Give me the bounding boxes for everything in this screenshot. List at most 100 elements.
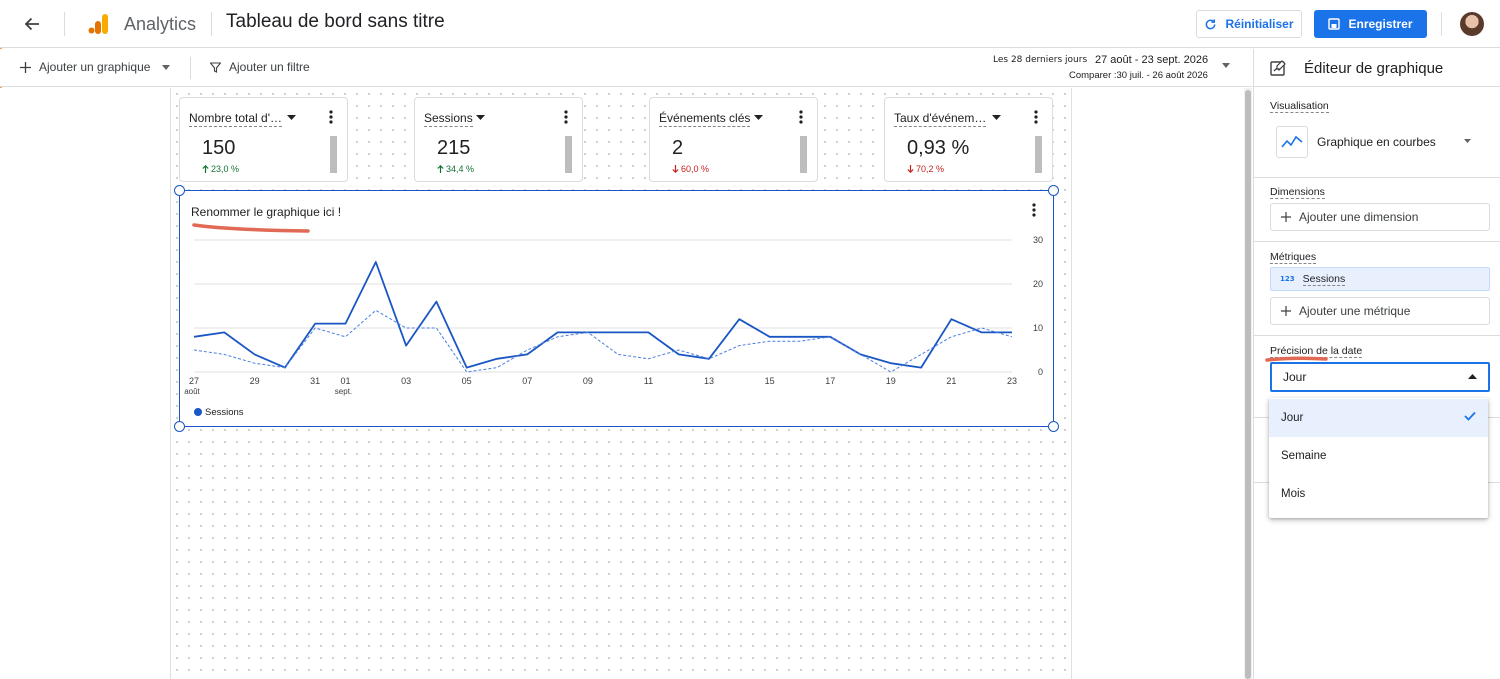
scorecard-delta-value: 70,2 % [916,164,945,174]
plus-icon [20,61,31,73]
scorecard-title[interactable]: Sessions [424,111,473,127]
option-day[interactable]: Jour [1269,399,1488,437]
edit-chart-icon [1270,60,1286,76]
header-divider [211,12,212,36]
line-chart: 0 10 20 30 27août 29 31 01sept. 03 05 07 09 11 13 15 17… [184,235,1043,418]
arrow-down-icon [907,165,914,173]
chart-title[interactable]: Renommer le graphique ici ! [191,205,341,219]
scorecard-delta-value: 23,0 % [211,164,240,174]
option-label: Jour [1281,412,1304,424]
option-week[interactable]: Semaine [1269,437,1488,475]
x-tick-label: 29 [250,376,260,386]
caret-down-icon[interactable] [992,115,1001,120]
section-divider [1254,177,1500,178]
x-tick-label: 31 [310,376,320,386]
add-metric-button[interactable]: Ajouter une métrique [1270,297,1490,325]
avatar[interactable] [1460,12,1484,36]
save-button[interactable]: Enregistrer [1314,10,1427,38]
x-tick-label: 19 [886,376,896,386]
caret-down-icon[interactable] [287,115,296,120]
legend-dot [194,408,202,416]
resize-handle[interactable] [1048,185,1059,196]
scorecard-value: 215 [437,137,471,159]
arrow-up-icon [437,165,444,173]
metric-chip-label: Sessions [1302,272,1346,286]
date-precision-select[interactable]: Jour [1270,362,1490,392]
scorecard[interactable]: Nombre total d'… 150 23,0 % [179,97,348,182]
scorecard[interactable]: Taux d'événem… 0,93 % 70,2 % [884,97,1053,182]
chart-editor-panel: Éditeur de graphique Visualisation Graph… [1253,49,1500,679]
refresh-icon [1206,18,1216,29]
save-label: Enregistrer [1348,17,1413,31]
scorecard-delta: 34,4 % [437,164,474,174]
date-caret-down-icon[interactable] [1222,63,1230,68]
scorecard-title[interactable]: Événements clés [659,111,751,127]
dimensions-label: Dimensions [1270,186,1325,199]
caret-up-icon [1468,374,1477,379]
resize-handle[interactable] [174,185,185,196]
scorecard[interactable]: Sessions 215 34,4 % [414,97,583,182]
reset-label: Réinitialiser [1225,17,1294,31]
add-chart-button[interactable]: Ajouter un graphique [20,60,171,74]
panel-header: Éditeur de graphique [1254,49,1500,87]
scorecard-bar [800,136,807,173]
scorecard-title[interactable]: Taux d'événem… [894,111,987,127]
caret-down-icon[interactable] [754,115,763,120]
scorecard-delta-value: 34,4 % [446,164,475,174]
date-range[interactable]: 27 août - 23 sept. 2026 [1095,54,1208,66]
y-tick-label: 20 [1033,279,1043,289]
add-dimension-button[interactable]: Ajouter une dimension [1270,203,1490,231]
caret-down-icon[interactable] [476,115,485,120]
add-filter-button[interactable]: Ajouter un filtre [210,60,310,74]
plus-icon [1281,306,1291,316]
scorecard-delta: 23,0 % [202,164,239,174]
back-arrow-icon[interactable] [20,12,44,36]
y-tick-label: 10 [1033,323,1043,333]
x-tick-label: 05 [462,376,472,386]
x-tick-label: 21 [946,376,956,386]
date-preset-label[interactable]: Les 28 derniers jours [993,55,1087,65]
reset-button[interactable]: Réinitialiser [1196,10,1302,38]
visualization-value[interactable]: Graphique en courbes [1317,135,1436,149]
date-precision-menu: Jour Semaine Mois [1269,398,1488,518]
x-tick-label: 01 [340,376,350,386]
metric-chip[interactable]: 123 Sessions [1270,267,1490,291]
x-tick-label: 17 [825,376,835,386]
x-tick-label: 13 [704,376,714,386]
more-vert-icon[interactable] [329,110,333,124]
top-app-bar: Analytics Tableau de bord sans titre Réi… [0,0,1500,48]
scorecard-bar [330,136,337,173]
add-dimension-label: Ajouter une dimension [1299,210,1419,224]
option-month[interactable]: Mois [1269,475,1488,513]
more-vert-icon[interactable] [564,110,568,124]
scrollbar-thumb[interactable] [1245,90,1251,679]
option-label: Mois [1281,488,1306,500]
scorecard[interactable]: Événements clés 2 60,0 % [649,97,818,182]
plus-icon [1281,212,1291,222]
x-tick-label: 27 [189,376,199,386]
report-title[interactable]: Tableau de bord sans titre [226,11,445,33]
legend-label: Sessions [205,407,244,418]
scorecard-delta: 70,2 % [907,164,944,174]
save-icon [1328,18,1341,30]
caret-down-icon [162,64,171,70]
number-type-icon: 123 [1280,275,1295,283]
y-tick-label: 0 [1038,367,1043,377]
panel-title: Éditeur de graphique [1304,60,1444,77]
toolbar-divider [190,57,191,79]
scorecard-delta-value: 60,0 % [681,164,710,174]
more-vert-icon[interactable] [799,110,803,124]
header-divider [64,12,65,36]
header-divider [1441,12,1442,36]
x-tick-label: 15 [765,376,775,386]
caret-down-icon[interactable] [1464,139,1471,143]
arrow-up-icon [202,165,209,173]
scorecard-bar [565,136,572,173]
x-tick-label: 11 [644,376,653,386]
more-vert-icon[interactable] [1030,203,1038,217]
more-vert-icon[interactable] [1034,110,1038,124]
scorecard-title[interactable]: Nombre total d'… [189,111,282,127]
report-toolbar: Ajouter un graphique Ajouter un filtre L… [0,49,1252,87]
x-tick-label: 03 [401,376,411,386]
line-chart-type-icon[interactable] [1276,126,1308,158]
